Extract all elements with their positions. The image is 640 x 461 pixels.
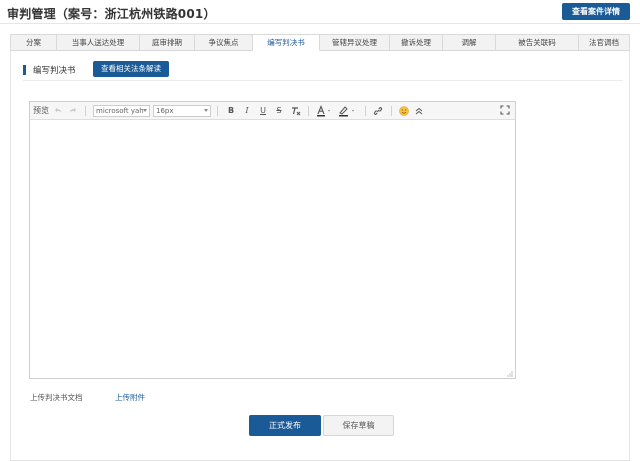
editor-content-area[interactable] (30, 120, 515, 378)
tab-content-panel: 编写判决书 查看相关法条解读 预览 microsoft yah 16px B I (10, 51, 630, 461)
link-icon[interactable] (372, 105, 384, 117)
preview-button[interactable]: 预览 (33, 105, 49, 117)
fullscreen-icon[interactable] (500, 105, 510, 117)
tab-jurisdiction-objection[interactable]: 管辖异议处理 (320, 34, 390, 51)
toolbar-separator (308, 106, 309, 116)
upload-judgment-label: 上传判决书文档 (30, 393, 83, 402)
tab-defendant-code[interactable]: 被告关联码 (496, 34, 579, 51)
clear-format-icon[interactable] (290, 105, 302, 117)
publish-button[interactable]: 正式发布 (249, 415, 321, 436)
tab-hearing-schedule[interactable]: 庭审排期 (140, 34, 195, 51)
tab-write-judgment[interactable]: 编写判决书 (253, 34, 320, 51)
chevron-down-icon (143, 109, 147, 112)
tab-mediation[interactable]: 调解 (443, 34, 496, 51)
undo-icon[interactable] (53, 105, 63, 117)
bold-icon[interactable]: B (226, 105, 236, 117)
toolbar-separator (217, 106, 218, 116)
view-case-detail-button[interactable]: 查看案件详情 (562, 3, 630, 20)
header-divider (0, 23, 640, 24)
rich-text-editor: 预览 microsoft yah 16px B I U S (29, 101, 516, 379)
upload-attachment-link[interactable]: 上传附件 (115, 392, 145, 403)
toolbar-separator (365, 106, 366, 116)
collapse-icon[interactable] (414, 105, 424, 117)
page-header: 审判管理（案号：浙江杭州铁路001） 查看案件详情 (0, 0, 640, 24)
chevron-down-icon (204, 109, 208, 112)
page-title: 审判管理（案号：浙江杭州铁路001） (7, 7, 216, 21)
section-title: 编写判决书 (33, 66, 76, 76)
tab-party-service[interactable]: 当事人送达处理 (57, 34, 140, 51)
view-law-interpretation-button[interactable]: 查看相关法条解读 (93, 61, 169, 77)
font-family-value: microsoft yah (96, 107, 144, 115)
section-marker (23, 65, 26, 75)
resize-grip-icon[interactable] (507, 370, 513, 377)
tab-withdrawal[interactable]: 撤诉处理 (390, 34, 443, 51)
save-draft-button[interactable]: 保存草稿 (323, 415, 394, 436)
font-family-select[interactable]: microsoft yah (93, 105, 150, 117)
tab-judge-file[interactable]: 法官调档 (579, 34, 630, 51)
tab-assign[interactable]: 分案 (10, 34, 57, 51)
section-divider (23, 80, 623, 81)
underline-icon[interactable]: U (258, 105, 268, 117)
strikethrough-icon[interactable]: S (274, 105, 284, 117)
highlight-color-icon[interactable] (338, 105, 358, 117)
font-color-icon[interactable] (316, 105, 334, 117)
font-size-value: 16px (156, 107, 174, 115)
tab-dispute-focus[interactable]: 争议焦点 (195, 34, 253, 51)
toolbar-separator (85, 106, 86, 116)
font-size-select[interactable]: 16px (153, 105, 211, 117)
italic-icon[interactable]: I (242, 105, 252, 117)
tab-bar: 分案 当事人送达处理 庭审排期 争议焦点 编写判决书 管辖异议处理 撤诉处理 调… (10, 34, 630, 51)
emoji-icon[interactable] (398, 105, 410, 117)
toolbar-separator (391, 106, 392, 116)
editor-toolbar: 预览 microsoft yah 16px B I U S (30, 102, 515, 120)
redo-icon[interactable] (68, 105, 78, 117)
